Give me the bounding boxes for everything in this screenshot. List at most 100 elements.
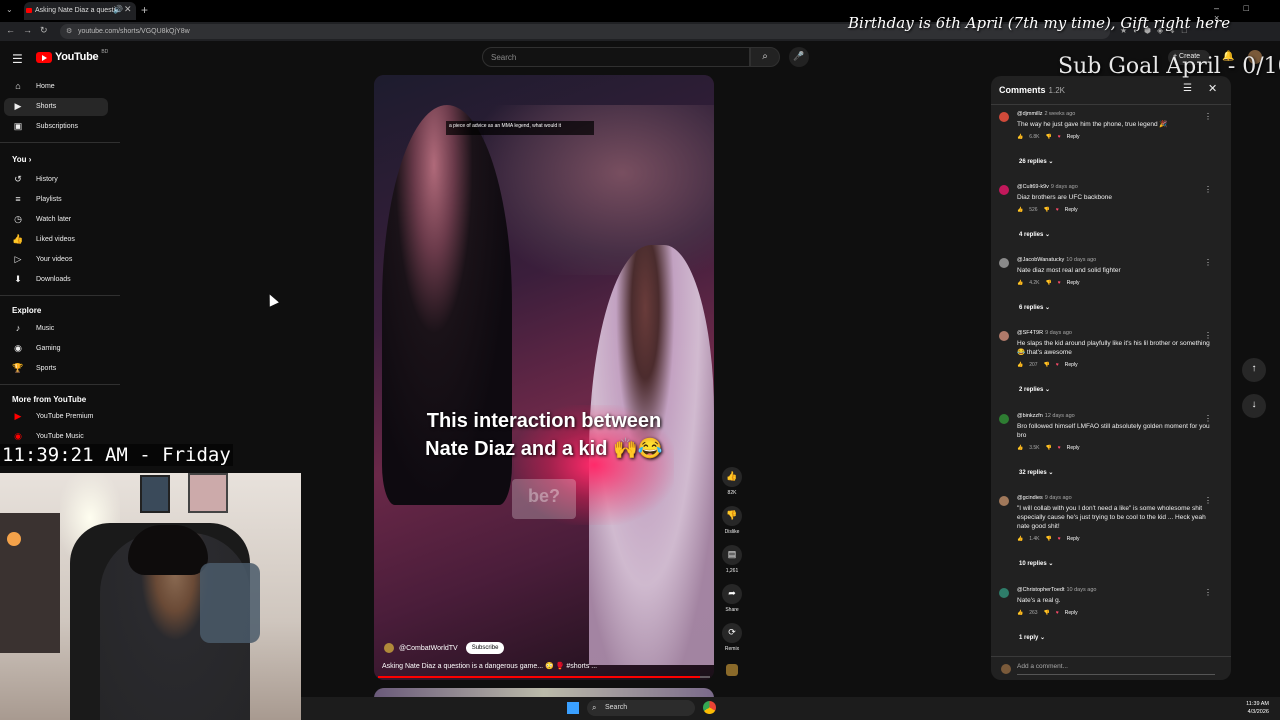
short-title[interactable]: Asking Nate Diaz a question is a dangero…	[382, 662, 597, 670]
more-options-icon[interactable]: ⋮	[1204, 331, 1212, 340]
sidebar-item-watch-later[interactable]: ◷ Watch later	[4, 211, 108, 229]
comment-author[interactable]: @ChristopherToedt 10 days ago	[1017, 587, 1096, 593]
comment-author[interactable]: @binkzzfn 12 days ago	[1017, 413, 1075, 419]
short-video-player[interactable]: a piece of advice as an MMA legend, what…	[374, 75, 714, 680]
audio-icon[interactable]: 🔊	[113, 5, 123, 14]
reply-button[interactable]: Reply	[1065, 362, 1078, 368]
guide-menu-icon[interactable]: ☰	[12, 52, 23, 66]
reply-button[interactable]: Reply	[1067, 134, 1080, 140]
windows-start-icon[interactable]	[567, 702, 579, 714]
thumbs-up-icon[interactable]: 👍	[1017, 207, 1023, 213]
avatar[interactable]	[999, 112, 1009, 122]
tab-search-icon[interactable]: ⌄	[6, 5, 13, 14]
site-info-icon[interactable]: ⚙	[66, 27, 72, 35]
nav-buttons[interactable]: ←→↻	[6, 25, 56, 36]
more-options-icon[interactable]: ⋮	[1204, 258, 1212, 267]
more-options-icon[interactable]: ⋮	[1204, 414, 1212, 423]
thumbs-down-icon[interactable]: 👎	[1046, 280, 1052, 286]
channel-avatar[interactable]	[384, 643, 394, 653]
sidebar-item-youtube-premium[interactable]: ▶ YouTube Premium	[4, 408, 108, 426]
youtube-logo[interactable]: YouTube BD	[36, 49, 108, 63]
more-options-icon[interactable]: ⋮	[1204, 185, 1212, 194]
previous-short-button[interactable]: ↑	[1242, 358, 1266, 382]
next-short-button[interactable]: ↓	[1242, 394, 1266, 418]
browser-tab[interactable]: Asking Nate Diaz a questio 🔊 ✕	[24, 2, 136, 20]
more-options-icon[interactable]: ⋮	[1204, 112, 1212, 121]
sidebar-item-downloads[interactable]: ⬇ Downloads	[4, 271, 108, 289]
reply-button[interactable]: Reply	[1065, 610, 1078, 616]
view-replies-button[interactable]: 4 replies ⌄	[1019, 231, 1050, 238]
sidebar-item-history[interactable]: ↺ History	[4, 171, 108, 189]
sidebar-item-subscriptions[interactable]: ▣ Subscriptions	[4, 118, 108, 136]
avatar[interactable]	[999, 185, 1009, 195]
thumbs-down-icon[interactable]: 👎	[1046, 134, 1052, 140]
more-options-icon[interactable]: ⋮	[1204, 588, 1212, 597]
sidebar-item-gaming[interactable]: ◉ Gaming	[4, 340, 108, 358]
thumbs-down-icon[interactable]: 👎	[1046, 445, 1052, 451]
sort-icon[interactable]: ☰	[1183, 83, 1192, 94]
add-comment-input[interactable]: Add a comment...	[1017, 663, 1215, 675]
thumbs-up-icon[interactable]: 👍	[1017, 134, 1023, 140]
comments-title: Comments 1.2K	[999, 85, 1065, 95]
reply-button[interactable]: Reply	[1067, 280, 1080, 286]
dislike-button[interactable]: 👎 Dislike	[722, 506, 742, 535]
subscribe-button[interactable]: Subscribe	[465, 642, 505, 654]
avatar[interactable]	[999, 258, 1009, 268]
thumbs-up-icon[interactable]: 👍	[1017, 610, 1023, 616]
comment-author[interactable]: @gcindies 9 days ago	[1017, 495, 1072, 501]
tab-close-icon[interactable]: ✕	[124, 4, 132, 15]
thumbs-down-icon[interactable]: 👎	[1046, 536, 1052, 542]
remix-button[interactable]: ⟳ Remix	[722, 623, 742, 652]
thumbs-down-icon[interactable]: 👎	[1044, 610, 1050, 616]
comment-author[interactable]: @Cult69-k9v 9 days ago	[1017, 184, 1078, 190]
comment-author[interactable]: @SF4T9R 9 days ago	[1017, 330, 1072, 336]
view-replies-button[interactable]: 32 replies ⌄	[1019, 469, 1053, 476]
sidebar-item-liked-videos[interactable]: 👍 Liked videos	[4, 231, 108, 249]
view-replies-button[interactable]: 26 replies ⌄	[1019, 158, 1053, 165]
sidebar-item-home[interactable]: ⌂ Home	[4, 78, 108, 96]
share-button[interactable]: ➦ Share	[722, 584, 742, 613]
search-button[interactable]: ⌕	[750, 47, 780, 67]
thumbs-up-icon[interactable]: 👍	[1017, 280, 1023, 286]
close-icon[interactable]: ✕	[1208, 82, 1217, 95]
like-button[interactable]: 👍 82K	[722, 467, 742, 496]
like-count: 263	[1029, 610, 1038, 616]
sidebar-item-your-videos[interactable]: ▷ Your videos	[4, 251, 108, 269]
comments-button[interactable]: ▤ 1,261	[722, 545, 742, 574]
channel-name[interactable]: @CombatWorldTV	[399, 645, 458, 652]
video-progress-bar[interactable]	[378, 676, 710, 678]
sidebar-item-shorts[interactable]: ▶ Shorts	[4, 98, 108, 116]
taskbar-clock[interactable]: 11:39 AM 4/3/2026	[1229, 700, 1269, 716]
thumbs-down-icon[interactable]: 👎	[1044, 207, 1050, 213]
thumbs-down-icon[interactable]: 👎	[1044, 362, 1050, 368]
avatar[interactable]	[999, 331, 1009, 341]
thumbs-up-icon[interactable]: 👍	[1017, 445, 1023, 451]
chrome-icon[interactable]	[703, 701, 716, 714]
avatar[interactable]	[999, 588, 1009, 598]
new-tab-icon[interactable]: +	[141, 3, 148, 17]
comment-author[interactable]: @djmmillz 2 weeks ago	[1017, 111, 1075, 117]
your-videos-icon: ▷	[14, 254, 22, 264]
avatar[interactable]	[999, 496, 1009, 506]
more-options-icon[interactable]: ⋮	[1204, 496, 1212, 505]
home-icon: ⌂	[15, 81, 21, 91]
comment-author[interactable]: @JacobWanatucky 10 days ago	[1017, 257, 1096, 263]
voice-search-button[interactable]: 🎤	[789, 47, 809, 67]
taskbar-search[interactable]: ⌕ Search	[587, 700, 695, 716]
thumbs-up-icon[interactable]: 👍	[1017, 362, 1023, 368]
view-replies-button[interactable]: 1 reply ⌄	[1019, 634, 1045, 641]
sound-avatar[interactable]	[726, 664, 738, 676]
reply-button[interactable]: Reply	[1065, 207, 1078, 213]
sidebar-item-playlists[interactable]: ≡ Playlists	[4, 191, 108, 209]
view-replies-button[interactable]: 10 replies ⌄	[1019, 560, 1053, 567]
reply-button[interactable]: Reply	[1067, 445, 1080, 451]
thumbs-up-icon[interactable]: 👍	[1017, 536, 1023, 542]
view-replies-button[interactable]: 2 replies ⌄	[1019, 386, 1050, 393]
sidebar-you-heading[interactable]: You ›	[12, 155, 31, 164]
view-replies-button[interactable]: 6 replies ⌄	[1019, 304, 1050, 311]
search-input[interactable]: Search	[482, 47, 750, 67]
avatar[interactable]	[999, 414, 1009, 424]
sidebar-item-sports[interactable]: 🏆 Sports	[4, 360, 108, 378]
reply-button[interactable]: Reply	[1067, 536, 1080, 542]
sidebar-item-music[interactable]: ♪ Music	[4, 320, 108, 338]
